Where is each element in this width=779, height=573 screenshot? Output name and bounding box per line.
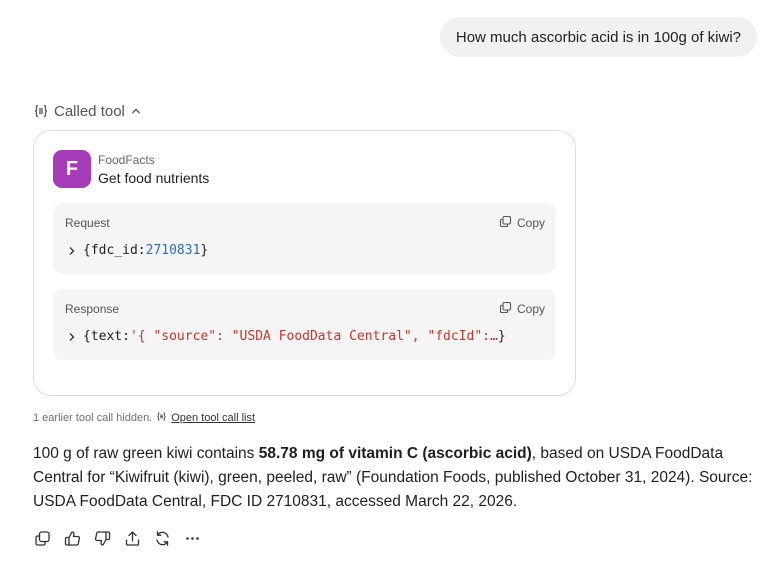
response-box: Response Copy {text: '{ "source": "USDA … [53,289,556,360]
response-code-prefix: {text: [83,329,130,344]
message-actions [33,528,201,548]
app-logo: F [53,150,91,188]
tool-braces-icon [156,411,167,425]
expand-chevron-icon[interactable] [67,332,77,342]
request-box: Request Copy {fdc_id: 2710831 } [53,203,556,274]
thumbs-down-icon[interactable] [93,529,111,547]
app-name: FoodFacts [98,153,155,167]
response-label: Response [65,302,120,316]
response-copy-label: Copy [516,302,545,316]
response-code: {text: '{ "source": "USDA FoodData Centr… [67,329,506,344]
response-code-suffix: } [497,329,506,344]
called-tool-toggle[interactable]: Called tool [33,100,142,122]
request-code-value: 2710831 [145,243,201,258]
regenerate-icon[interactable] [153,529,171,547]
thumbs-up-icon[interactable] [63,529,81,547]
answer-highlight: 58.78 mg of vitamin C (ascorbic acid) [258,445,532,462]
request-code: {fdc_id: 2710831 } [67,243,208,258]
chevron-up-icon [130,105,142,117]
hidden-tool-calls-note: 1 earlier tool call hidden. Open tool ca… [33,411,255,425]
tool-call-card: F FoodFacts Get food nutrients Request C… [33,130,576,396]
called-tool-label: Called tool [54,102,125,120]
user-message-text: How much ascorbic acid is in 100g of kiw… [455,28,741,46]
copy-icon [499,215,512,231]
user-message-bubble: How much ascorbic acid is in 100g of kiw… [439,17,757,57]
response-copy-button[interactable]: Copy [499,300,545,318]
response-code-value: '{ "source": "USDA FoodData Central", "f… [129,329,498,344]
hidden-note-text: 1 earlier tool call hidden. [33,412,153,424]
open-tool-call-list-link[interactable]: Open tool call list [171,412,255,424]
tool-braces-icon [33,103,49,119]
request-label: Request [65,216,110,230]
expand-chevron-icon[interactable] [67,246,77,256]
request-code-suffix: } [200,243,209,258]
more-icon[interactable] [183,529,201,547]
copy-icon [499,301,512,317]
request-code-prefix: {fdc_id: [83,243,146,258]
share-icon[interactable] [123,529,141,547]
assistant-answer: 100 g of raw green kiwi contains 58.78 m… [33,442,763,514]
request-copy-label: Copy [516,216,545,230]
copy-icon[interactable] [33,529,51,547]
answer-part-1: 100 g of raw green kiwi contains [33,445,259,462]
request-copy-button[interactable]: Copy [499,214,545,232]
tool-action-name: Get food nutrients [98,170,210,186]
app-logo-letter: F [65,157,79,180]
